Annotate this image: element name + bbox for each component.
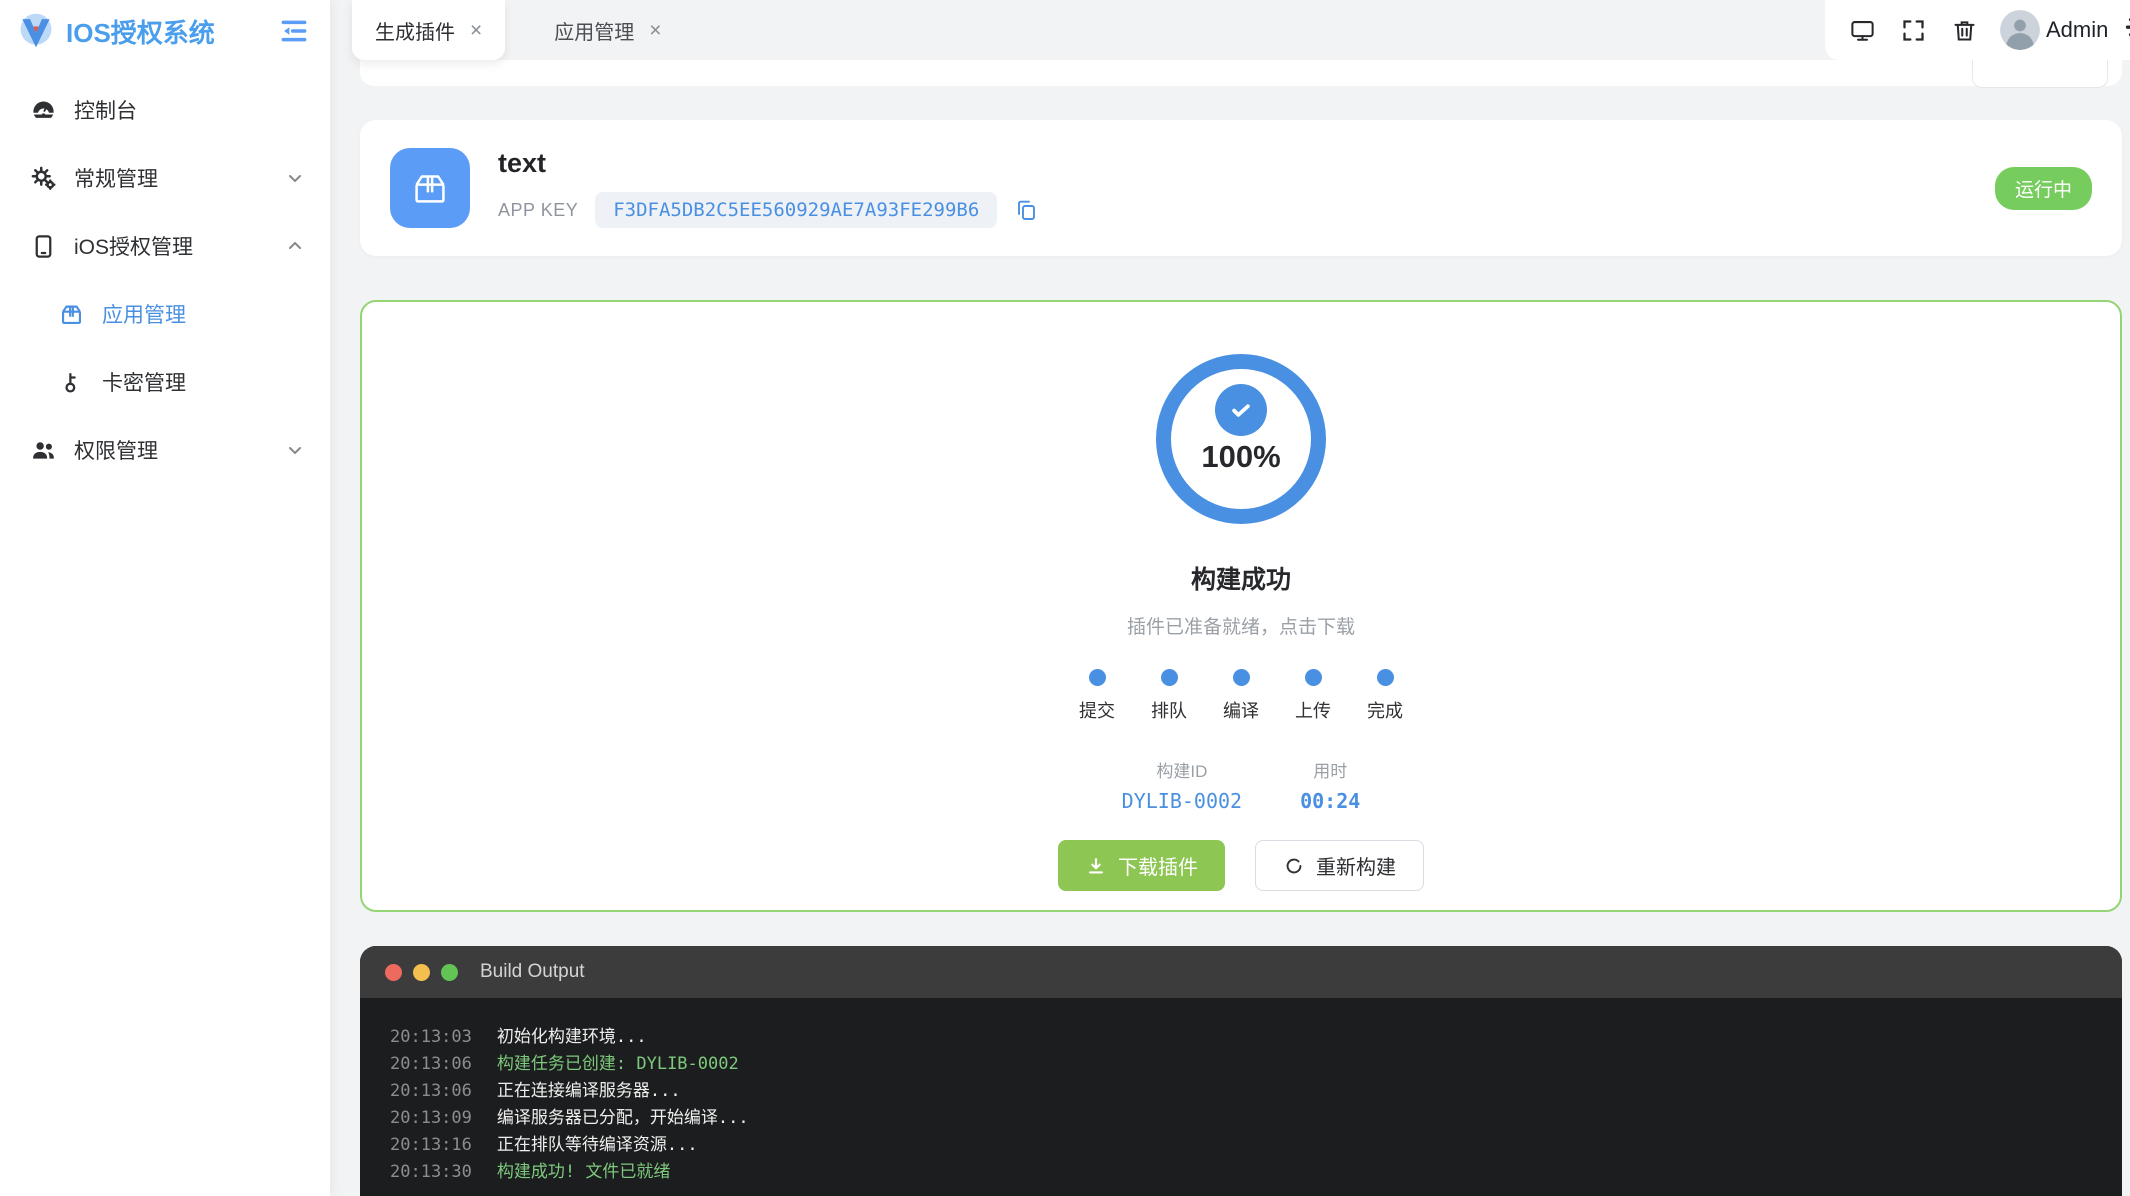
- check-circle-icon: [1215, 384, 1267, 436]
- monitor-icon[interactable]: [1849, 17, 1876, 44]
- tab-app-management[interactable]: 应用管理 ×: [531, 0, 684, 60]
- build-meta: 构建ID DYLIB-0002 用时 00:24: [1122, 757, 1361, 813]
- terminal-line: 20:13:30 构建成功! 文件已就绪: [390, 1162, 671, 1182]
- build-status-title: 构建成功: [1190, 566, 1291, 594]
- sidebar-header: IOS授权系统: [0, 0, 330, 62]
- avatar[interactable]: [2000, 10, 2040, 50]
- tab-label: 生成插件: [375, 21, 455, 44]
- sidebar-nav: 控制台 常规管理 iOS授权管理 应用管理 卡密管理 权限管理: [0, 62, 330, 478]
- build-status-subtitle: 插件已准备就绪，点击下载: [1126, 617, 1355, 638]
- tab-generate-plugin[interactable]: 生成插件 ×: [352, 0, 506, 60]
- gears-icon: [30, 165, 57, 192]
- build-id-block: 构建ID DYLIB-0002: [1122, 757, 1242, 813]
- terminal-line: 20:13:16 正在排队等待编译资源...: [390, 1135, 698, 1155]
- build-result-panel: 100% 构建成功 插件已准备就绪，点击下载 提交 排队 编译 上传 完成 构建…: [360, 300, 2122, 912]
- fullscreen-icon[interactable]: [1900, 17, 1927, 44]
- step-dot: [1088, 669, 1106, 686]
- app-key-row: APP KEY F3DFA5DB2C5EE560929AE7A93FE299B6: [498, 192, 1038, 228]
- sidebar-submenu: 应用管理 卡密管理: [0, 286, 330, 410]
- terminal-line: 20:13:09 编译服务器已分配，开始编译...: [390, 1108, 749, 1128]
- dashboard-icon: [30, 97, 57, 124]
- rebuild-button[interactable]: 重新构建: [1255, 840, 1424, 891]
- terminal-header: Build Output: [360, 946, 2122, 998]
- close-icon[interactable]: ×: [649, 20, 661, 41]
- sidebar-item-label: iOS授权管理: [74, 236, 194, 259]
- step-dot: [1304, 669, 1322, 686]
- build-step: 提交: [1061, 669, 1133, 723]
- build-step: 完成: [1349, 669, 1421, 723]
- tab-label: 应用管理: [554, 21, 635, 44]
- window-zoom-dot: [441, 963, 458, 981]
- build-actions: 下载插件 重新构建: [1058, 840, 1424, 891]
- duration-value: 00:24: [1300, 789, 1361, 813]
- build-steps: 提交 排队 编译 上传 完成: [1061, 669, 1421, 723]
- terminal-log: 20:13:03 初始化构建环境... 20:13:06 构建任务已创建: DYLI…: [360, 998, 2122, 1196]
- progress-ring: 100%: [1156, 354, 1326, 524]
- build-output-terminal: Build Output 20:13:03 初始化构建环境... 20:13:06…: [360, 946, 2122, 1196]
- sidebar-item-ios-auth-management[interactable]: iOS授权管理: [0, 218, 330, 274]
- download-plugin-button[interactable]: 下载插件: [1058, 840, 1225, 891]
- settings-gear-icon[interactable]: [2124, 13, 2130, 47]
- app-title: IOS授权系统: [66, 17, 215, 48]
- sidebar-item-permission-management[interactable]: 权限管理: [0, 422, 330, 478]
- sidebar: IOS授权系统 控制台 常规管理 iOS授权管理 应用管理 卡密管理 权限管理: [0, 0, 330, 1196]
- sidebar-item-app-management[interactable]: 应用管理: [0, 286, 330, 342]
- package-icon: [58, 301, 85, 328]
- progress-percent: 100%: [1201, 439, 1281, 474]
- tablet-icon: [30, 233, 57, 260]
- terminal-line: 20:13:03 初始化构建环境...: [390, 1027, 647, 1047]
- key-icon: [58, 369, 85, 396]
- terminal-title: Build Output: [480, 961, 585, 982]
- app-package-icon: [390, 148, 470, 228]
- user-name[interactable]: Admin: [2046, 17, 2108, 43]
- sidebar-item-label: 应用管理: [102, 304, 186, 327]
- users-icon: [30, 437, 57, 464]
- step-dot: [1160, 669, 1178, 686]
- chevron-down-icon: [286, 441, 304, 459]
- status-badge: 运行中: [1994, 166, 2092, 210]
- step-dot: [1376, 669, 1394, 686]
- sidebar-item-label: 常规管理: [74, 168, 158, 191]
- build-step: 上传: [1277, 669, 1349, 723]
- refresh-icon: [1283, 855, 1305, 877]
- chevron-up-icon: [286, 237, 304, 255]
- topbar-actions: Admin: [1825, 0, 2130, 60]
- chevron-down-icon: [286, 169, 304, 187]
- build-id-label: 构建ID: [1156, 762, 1208, 781]
- close-icon[interactable]: ×: [470, 20, 482, 41]
- duration-block: 用时 00:24: [1300, 757, 1360, 813]
- sidebar-item-label: 卡密管理: [102, 372, 186, 395]
- sidebar-item-label: 控制台: [74, 100, 137, 123]
- sidebar-item-card-key-management[interactable]: 卡密管理: [0, 354, 330, 410]
- sidebar-collapse-icon[interactable]: [278, 15, 310, 47]
- build-step: 编译: [1205, 669, 1277, 723]
- step-dot: [1232, 669, 1250, 686]
- download-icon: [1085, 855, 1107, 877]
- build-step: 排队: [1133, 669, 1205, 723]
- sidebar-item-dashboard[interactable]: 控制台: [0, 82, 330, 138]
- copy-icon[interactable]: [1014, 198, 1038, 222]
- app-info-card: text APP KEY F3DFA5DB2C5EE560929AE7A93FE…: [360, 120, 2122, 256]
- sidebar-item-label: 权限管理: [74, 440, 158, 463]
- trash-icon[interactable]: [1951, 17, 1978, 44]
- scrolled-card-remnant: [360, 58, 2122, 86]
- app-info: text APP KEY F3DFA5DB2C5EE560929AE7A93FE…: [498, 148, 1038, 228]
- window-close-dot: [385, 963, 402, 981]
- sidebar-item-general-management[interactable]: 常规管理: [0, 150, 330, 206]
- app-logo-icon: [16, 11, 56, 51]
- terminal-line: 20:13:06 构建任务已创建: DYLIB-0002: [390, 1054, 739, 1074]
- app-name: text: [498, 148, 547, 178]
- duration-label: 用时: [1313, 762, 1348, 781]
- window-minimize-dot: [413, 963, 430, 981]
- terminal-line: 20:13:06 正在连接编译服务器...: [390, 1081, 681, 1101]
- app-window: IOS授权系统 控制台 常规管理 iOS授权管理 应用管理 卡密管理 权限管理 …: [0, 0, 2130, 1196]
- app-key-label: APP KEY: [498, 199, 579, 220]
- app-key-value: F3DFA5DB2C5EE560929AE7A93FE299B6: [595, 192, 998, 228]
- build-id-value: DYLIB-0002: [1121, 789, 1243, 813]
